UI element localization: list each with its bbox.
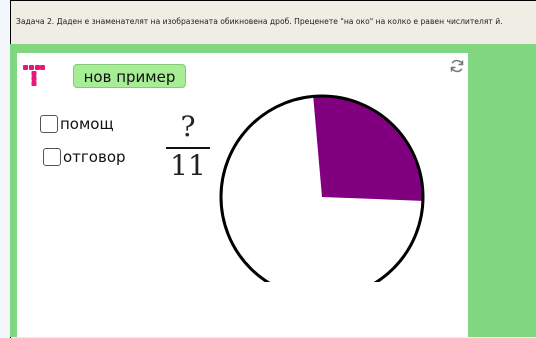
fraction-numerator: ? [180, 110, 196, 143]
fraction: ? 11 [162, 107, 214, 183]
fraction-denominator: 11 [170, 149, 206, 182]
help-label: помощ [60, 115, 114, 133]
refresh-icon[interactable] [449, 58, 465, 74]
tiles-logo-icon [23, 65, 45, 86]
answer-checkbox[interactable] [43, 148, 61, 166]
task-text: Задача 2. Даден е знаменателят на изобра… [16, 17, 503, 26]
help-checkbox[interactable] [40, 115, 58, 133]
fraction-pie [219, 94, 425, 282]
help-checkbox-row[interactable]: помощ [40, 115, 114, 133]
pie-filled-sector [313, 97, 422, 201]
answer-checkbox-row[interactable]: отговор [43, 148, 126, 166]
new-example-button[interactable]: нов пример [73, 64, 186, 88]
answer-label: отговор [63, 148, 126, 166]
